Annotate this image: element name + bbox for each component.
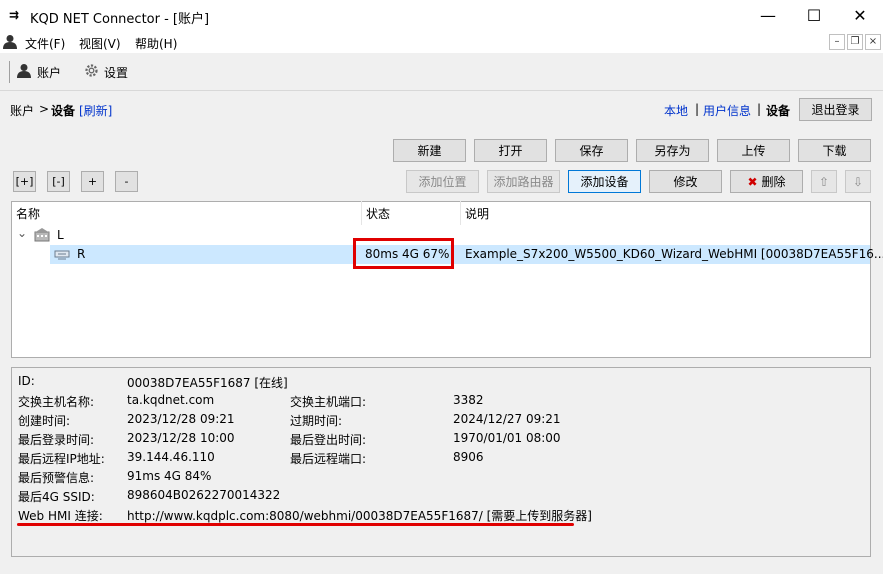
menu-help[interactable]: 帮助(H) xyxy=(135,35,177,52)
move-down-button[interactable]: ⇩ xyxy=(845,170,871,193)
mdi-restore-button[interactable]: ❐ xyxy=(847,34,863,50)
column-separator[interactable] xyxy=(361,201,362,225)
delete-icon: ✖ xyxy=(747,175,758,189)
info-remote-ip-value: 39.144.46.110 xyxy=(127,450,215,464)
breadcrumb-root[interactable]: 账户 xyxy=(10,102,34,119)
toolbar xyxy=(0,53,883,91)
arrow-down-icon: ⇩ xyxy=(852,175,864,189)
device-tree-list[interactable] xyxy=(11,201,871,358)
webhmi-highlight-underline xyxy=(17,523,574,526)
new-button[interactable]: 新建 xyxy=(393,139,466,162)
info-last-login-value: 2023/12/28 10:00 xyxy=(127,431,235,445)
info-last-logout-label: 最后登出时间: xyxy=(290,433,367,447)
info-last-logout-value: 1970/01/01 08:00 xyxy=(453,431,561,445)
delete-button[interactable]: ✖ 删除 xyxy=(730,170,803,193)
info-switch-port-value: 3382 xyxy=(453,393,484,407)
arrow-up-icon: ⇧ xyxy=(818,175,830,189)
column-header-name[interactable]: 名称 xyxy=(16,205,40,222)
info-webhmi-value[interactable]: http://www.kqdplc.com:8080/webhmi/00038D… xyxy=(127,507,592,524)
info-remote-ip-label: 最后远程IP地址: xyxy=(18,452,105,466)
account-icon xyxy=(17,64,31,78)
maximize-button[interactable]: ☐ xyxy=(791,0,837,31)
info-switch-host-label: 交换主机名称: xyxy=(18,395,95,409)
breadcrumb-separator: > xyxy=(39,102,50,116)
info-id-label: ID: xyxy=(18,374,35,388)
add-router-button[interactable]: 添加路由器 xyxy=(487,170,560,193)
expand-all-button[interactable]: [+] xyxy=(13,171,36,192)
info-created-label: 创建时间: xyxy=(18,414,71,428)
info-expire-label: 过期时间: xyxy=(290,414,343,428)
device-name-cell[interactable]: R xyxy=(77,247,85,261)
user-icon xyxy=(3,35,17,49)
tree-group-name[interactable]: L xyxy=(57,228,64,242)
info-warning-label: 最后预警信息: xyxy=(18,471,95,485)
app-icon: ⇉ xyxy=(9,8,20,22)
download-button[interactable]: 下载 xyxy=(798,139,871,162)
info-switch-port-label: 交换主机端口: xyxy=(290,395,367,409)
info-created-value: 2023/12/28 09:21 xyxy=(127,412,235,426)
add-device-button[interactable]: 添加设备 xyxy=(568,170,641,193)
modify-button[interactable]: 修改 xyxy=(649,170,722,193)
column-header-status[interactable]: 状态 xyxy=(366,205,390,222)
logout-button[interactable]: 退出登录 xyxy=(799,98,872,121)
tree-toggle-icon[interactable]: ⌄ xyxy=(17,226,27,240)
info-webhmi-label: Web HMI 连接: xyxy=(18,509,103,523)
refresh-link[interactable]: [刷新] xyxy=(79,102,112,119)
toolbar-settings-button[interactable]: 设置 xyxy=(104,64,128,81)
expand-button[interactable]: + xyxy=(81,171,104,192)
info-expire-value: 2024/12/27 09:21 xyxy=(453,412,561,426)
upload-button[interactable]: 上传 xyxy=(717,139,790,162)
mdi-minimize-button[interactable]: – xyxy=(829,34,845,50)
column-separator[interactable] xyxy=(460,201,461,225)
open-button[interactable]: 打开 xyxy=(474,139,547,162)
info-warning-value: 91ms 4G 84% xyxy=(127,469,212,483)
nav-separator: | xyxy=(757,102,762,116)
toolbar-grip xyxy=(9,61,10,83)
info-switch-host-value: ta.kqdnet.com xyxy=(127,393,215,407)
toolbar-account-button[interactable]: 账户 xyxy=(37,64,61,81)
menu-file[interactable]: 文件(F) xyxy=(25,35,65,52)
nav-separator: | xyxy=(695,102,700,116)
info-ssid-value: 898604B0262270014322 xyxy=(127,488,281,502)
save-as-button[interactable]: 另存为 xyxy=(636,139,709,162)
status-highlight-box xyxy=(353,238,454,269)
gear-icon xyxy=(85,64,98,77)
menu-view[interactable]: 视图(V) xyxy=(79,35,121,52)
mdi-close-button[interactable]: × xyxy=(865,34,881,50)
menu-bar xyxy=(0,31,883,53)
window-title: KQD NET Connector - [账户] xyxy=(30,12,210,27)
column-header-description[interactable]: 说明 xyxy=(465,205,489,222)
add-location-button[interactable]: 添加位置 xyxy=(406,170,479,193)
collapse-button[interactable]: - xyxy=(115,171,138,192)
nav-device: 设备 xyxy=(766,104,791,118)
info-remote-port-value: 8906 xyxy=(453,450,484,464)
move-up-button[interactable]: ⇧ xyxy=(811,170,837,193)
save-button[interactable]: 保存 xyxy=(555,139,628,162)
router-device-icon xyxy=(54,250,70,260)
info-id-value: 00038D7EA55F1687 [在线] xyxy=(127,376,288,390)
info-remote-port-label: 最后远程端口: xyxy=(290,452,367,466)
info-last-login-label: 最后登录时间: xyxy=(18,433,95,447)
breadcrumb-current: 设备 xyxy=(51,104,76,118)
nav-user-info-link[interactable]: 用户信息 xyxy=(703,102,751,119)
nav-local-link[interactable]: 本地 xyxy=(664,102,688,119)
delete-label: 删除 xyxy=(761,175,786,189)
collapse-all-button[interactable]: [-] xyxy=(47,171,70,192)
info-ssid-label: 最后4G SSID: xyxy=(18,490,95,504)
location-building-icon xyxy=(34,228,50,242)
device-description-cell: Example_S7x200_W5500_KD60_Wizard_WebHMI … xyxy=(465,247,883,261)
close-button[interactable]: ✕ xyxy=(837,0,883,31)
minimize-button[interactable]: — xyxy=(745,0,791,31)
